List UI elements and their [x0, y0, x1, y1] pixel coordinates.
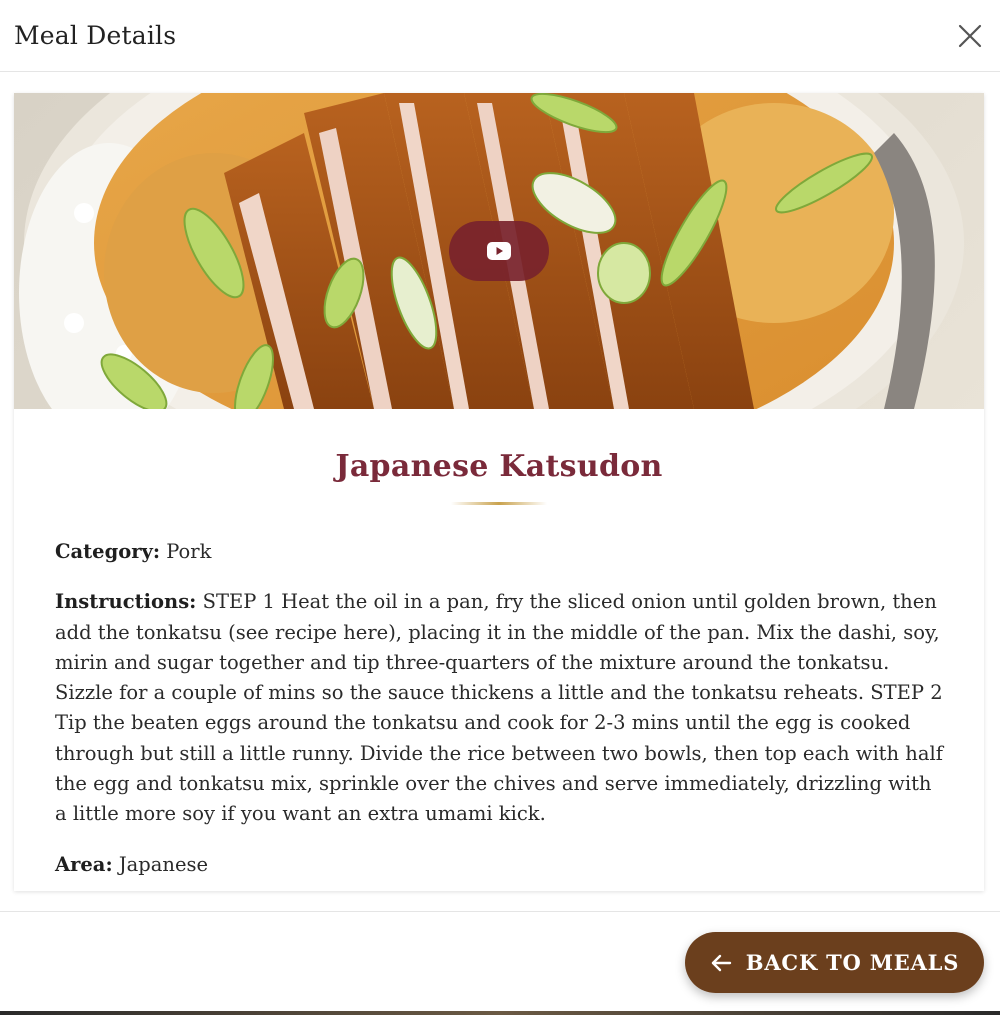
- category-field: Category: Pork: [55, 537, 943, 567]
- modal-title: Meal Details: [14, 21, 177, 50]
- background-strip: [0, 1011, 1000, 1015]
- close-button[interactable]: [954, 20, 986, 52]
- category-value: Pork: [166, 540, 212, 563]
- close-icon: [958, 24, 982, 47]
- meal-card: Japanese Katsudon Category: Pork Instruc…: [14, 93, 984, 891]
- back-to-meals-button[interactable]: BACK TO MEALS: [685, 932, 984, 993]
- meal-title: Japanese Katsudon: [335, 449, 663, 484]
- footer-divider: [0, 911, 1000, 912]
- meal-details: Category: Pork Instructions: STEP 1 Heat…: [14, 505, 984, 880]
- meal-details-modal: Meal Details Japanese Katsudon Category:…: [0, 0, 1000, 1015]
- meal-image: [14, 93, 984, 409]
- instructions-value: STEP 1 Heat the oil in a pan, fry the sl…: [55, 590, 943, 826]
- instructions-label: Instructions:: [55, 590, 197, 614]
- youtube-play-icon: [487, 242, 511, 260]
- instructions-field: Instructions: STEP 1 Heat the oil in a p…: [55, 587, 943, 829]
- modal-header: Meal Details: [0, 0, 1000, 72]
- area-value: Japanese: [118, 852, 209, 876]
- back-to-meals-label: BACK TO MEALS: [745, 950, 960, 975]
- category-label: Category:: [55, 540, 161, 563]
- area-field: Area: Japanese: [55, 850, 943, 880]
- area-label: Area:: [55, 852, 113, 876]
- arrow-left-icon: [711, 954, 731, 971]
- play-video-button[interactable]: [449, 221, 549, 281]
